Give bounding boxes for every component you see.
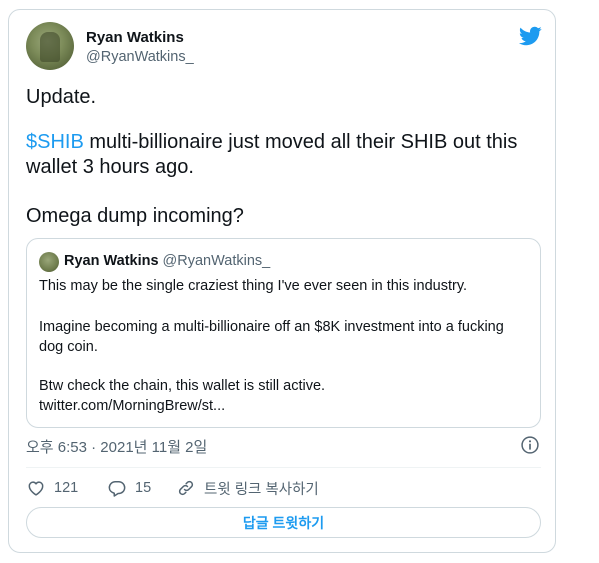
reply-icon [108,481,126,497]
quoted-author-handle: @RyanWatkins_ [162,253,271,269]
twitter-bird-icon[interactable] [518,24,542,48]
quoted-text-line: Btw check the chain, this wallet is stil… [39,378,326,394]
quoted-avatar [39,252,59,272]
cashtag-link[interactable]: $SHIB [26,131,84,153]
tweet-text-line: Update. [26,86,97,108]
quoted-text-line: Imagine becoming a multi-billionaire off… [39,319,504,335]
link-icon [178,480,194,496]
tweet-text-fragment: multi-billionaire just moved all their S… [83,131,518,153]
copy-link-label: 트윗 링크 복사하기 [204,481,319,498]
reply-count: 15 [135,480,152,496]
quoted-text-line: This may be the single craziest thing I'… [39,278,468,294]
quoted-author-name: Ryan Watkins [64,253,159,269]
tweet-embed-card: Ryan Watkins @RyanWatkins_ Update. $SHIB… [8,9,556,553]
author-handle[interactable]: @RyanWatkins_ [86,49,194,65]
tweet-text-line: wallet 3 hours ago. [26,156,194,178]
heart-icon [28,481,44,496]
quoted-link[interactable]: twitter.com/MorningBrew/st... [39,396,534,416]
tweet-text-line: Omega dump incoming? [26,205,244,227]
author-name[interactable]: Ryan Watkins [86,29,184,46]
timestamp[interactable]: 오후 6:53 · 2021년 11월 2일 [26,436,207,457]
tweet-text-line: $SHIB multi-billionaire just moved all t… [26,130,536,155]
reply-action[interactable]: 15 [107,478,151,498]
info-icon[interactable] [520,435,540,455]
quoted-author: Ryan Watkins @RyanWatkins_ [64,253,270,269]
copy-link-action[interactable]: 트윗 링크 복사하기 [176,478,319,498]
quoted-tweet[interactable]: Ryan Watkins @RyanWatkins_ This may be th… [26,238,541,428]
divider [26,467,541,468]
like-action[interactable]: 121 [26,478,78,498]
avatar[interactable] [26,22,74,70]
reply-tweet-button[interactable]: 답글 트윗하기 [26,507,541,538]
quoted-text-line: dog coin. [39,339,98,355]
like-count: 121 [54,480,79,496]
